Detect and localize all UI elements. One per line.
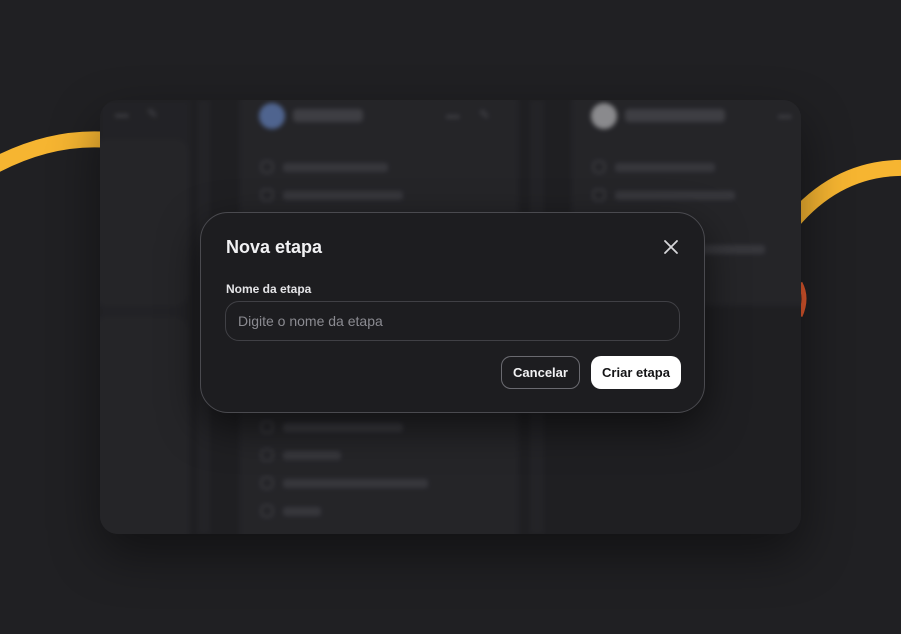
stage-name-input[interactable] — [225, 301, 680, 341]
new-stage-dialog: Nova etapa Nome da etapa Cancelar Criar … — [200, 212, 705, 413]
close-icon — [664, 240, 678, 254]
close-button[interactable] — [659, 235, 683, 259]
create-stage-button[interactable]: Criar etapa — [591, 356, 681, 389]
stage-name-label: Nome da etapa — [226, 282, 312, 296]
swoosh-right — [785, 159, 901, 228]
dialog-title: Nova etapa — [226, 237, 323, 257]
screen: ••• ✎ ••• ✎ ••• ✎ ••• — [0, 0, 901, 634]
swoosh-left — [0, 131, 111, 172]
cancel-button[interactable]: Cancelar — [501, 356, 580, 389]
